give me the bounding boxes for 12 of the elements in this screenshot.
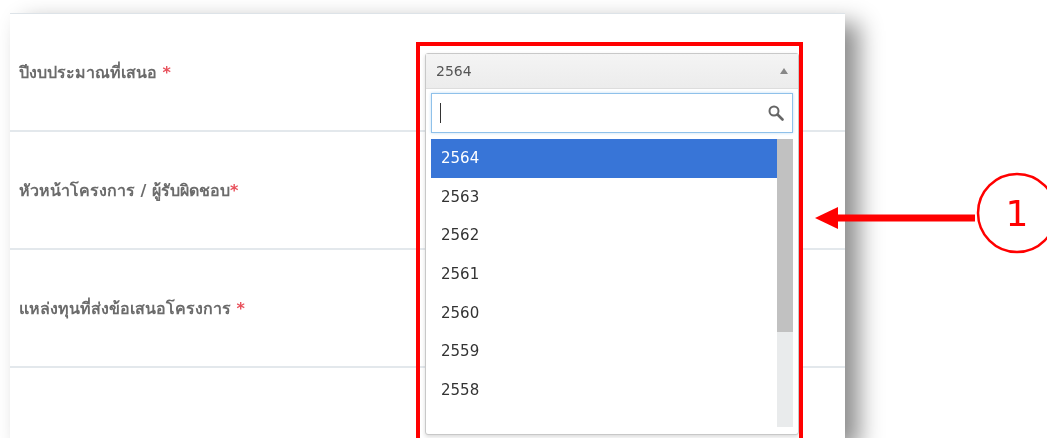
search-field[interactable] xyxy=(431,93,793,133)
scrollbar-thumb[interactable] xyxy=(777,139,793,332)
year-select[interactable]: 2564 xyxy=(426,54,798,89)
field-label: หัวหน้าโครงการ / ผู้รับผิดชอบ* xyxy=(19,179,239,203)
field-label: ปีงบประมาณที่เสนอ * xyxy=(19,60,171,84)
option-item[interactable]: 2564 xyxy=(431,139,777,178)
field-label: แหล่งทุนที่ส่งข้อเสนอโครงการ * xyxy=(19,296,245,321)
scrollbar-track[interactable] xyxy=(777,139,793,427)
search-icon xyxy=(768,105,784,121)
caret-icon xyxy=(780,68,788,74)
annotation-number: 1 xyxy=(1005,193,1029,234)
text-cursor-icon xyxy=(440,103,441,123)
